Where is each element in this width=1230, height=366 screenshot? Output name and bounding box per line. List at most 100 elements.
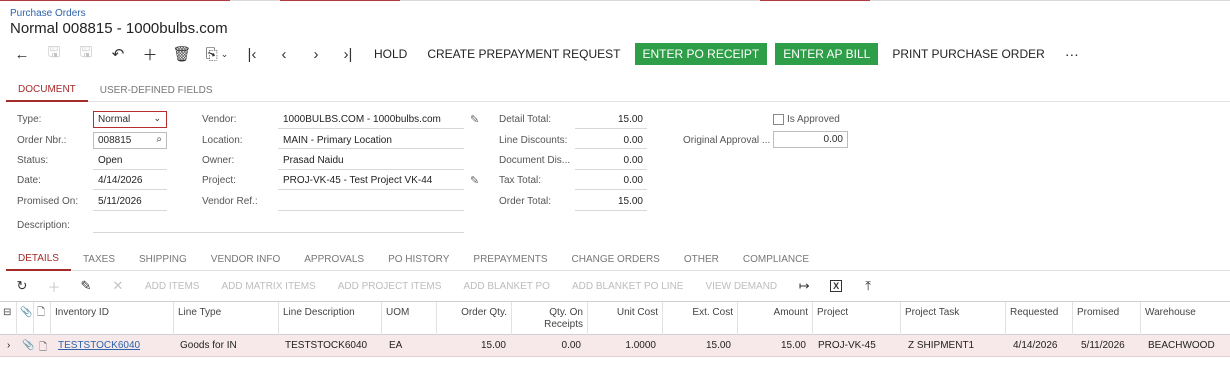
promised-underline: [93, 210, 167, 211]
tab-document[interactable]: DOCUMENT: [6, 78, 88, 102]
row-selector-icon[interactable]: ⊟: [0, 302, 17, 335]
enter-po-receipt-button[interactable]: ENTER PO RECEIPT: [634, 43, 768, 65]
tab-po-history[interactable]: PO HISTORY: [376, 247, 461, 271]
fit-columns-icon[interactable]: ↦: [788, 276, 820, 296]
save-close-icon[interactable]: 🖫: [70, 43, 102, 65]
type-select[interactable]: Normal ⌄: [93, 111, 167, 128]
table-row[interactable]: › 📎 🗋 TESTSTOCK6040 Goods for IN TESTSTO…: [0, 335, 1230, 357]
col-qty-on-receipts[interactable]: Qty. On Receipts: [512, 302, 588, 335]
cell-amount: 15.00: [780, 340, 806, 351]
project-value[interactable]: PROJ-VK-45 - Test Project VK-44: [283, 175, 432, 186]
owner-value[interactable]: Prasad Naidu: [283, 155, 344, 166]
order-nbr-label: Order Nbr.:: [17, 135, 67, 146]
delete-row-icon[interactable]: ✕: [102, 276, 134, 296]
view-demand-button[interactable]: VIEW DEMAND: [694, 276, 788, 296]
location-value[interactable]: MAIN - Primary Location: [283, 135, 392, 146]
add-blanket-po-line-button[interactable]: ADD BLANKET PO LINE: [561, 276, 695, 296]
date-underline: [93, 189, 167, 190]
add-project-items-button[interactable]: ADD PROJECT ITEMS: [327, 276, 453, 296]
edit-icon[interactable]: ✎: [70, 276, 102, 296]
tab-change-orders[interactable]: CHANGE ORDERS: [560, 247, 672, 271]
tab-user-defined-fields[interactable]: USER-DEFINED FIELDS: [88, 78, 225, 102]
first-record-icon[interactable]: |‹: [236, 43, 268, 65]
save-icon[interactable]: 🖫: [38, 43, 70, 65]
add-row-icon[interactable]: ＋: [38, 276, 70, 296]
undo-icon[interactable]: ↶: [102, 43, 134, 65]
col-ext-cost[interactable]: Ext. Cost: [663, 302, 738, 335]
previous-record-icon[interactable]: ‹: [268, 43, 300, 65]
refresh-icon[interactable]: ↻: [6, 276, 38, 296]
note-icon[interactable]: 🗋: [35, 335, 51, 357]
order-total-label: Order Total:: [499, 196, 552, 207]
add-blanket-po-button[interactable]: ADD BLANKET PO: [452, 276, 561, 296]
description-field[interactable]: [93, 232, 464, 233]
breadcrumb[interactable]: Purchase Orders: [10, 8, 86, 19]
col-promised[interactable]: Promised: [1073, 302, 1141, 335]
tax-total-label: Tax Total:: [499, 175, 542, 186]
add-items-button[interactable]: ADD ITEMS: [134, 276, 210, 296]
col-project[interactable]: Project: [813, 302, 901, 335]
status-underline: [93, 169, 167, 170]
back-arrow-icon[interactable]: ←: [6, 43, 38, 65]
tab-taxes[interactable]: TAXES: [71, 247, 127, 271]
cell-uom: EA: [389, 340, 403, 351]
next-record-icon[interactable]: ›: [300, 43, 332, 65]
is-approved-checkbox[interactable]: [773, 114, 784, 125]
line-discounts-label: Line Discounts:: [499, 135, 568, 146]
tab-shipping[interactable]: SHIPPING: [127, 247, 199, 271]
type-label: Type:: [17, 114, 42, 125]
order-nbr-field[interactable]: 008815 ⌕: [93, 132, 167, 149]
edit-pencil-icon[interactable]: ✎: [470, 113, 479, 126]
col-amount[interactable]: Amount: [738, 302, 813, 335]
col-project-task[interactable]: Project Task: [901, 302, 1006, 335]
upload-icon[interactable]: ⤒: [852, 276, 884, 296]
col-uom[interactable]: UOM: [382, 302, 437, 335]
cell-requested: 4/14/2026: [1013, 340, 1058, 351]
cell-project: PROJ-VK-45: [818, 340, 876, 351]
type-value: Normal: [98, 114, 131, 125]
note-icon: 🗋: [34, 302, 51, 335]
tab-vendor-info[interactable]: VENDOR INFO: [199, 247, 292, 271]
col-inventory-id[interactable]: Inventory ID: [51, 302, 174, 335]
promised-on-value[interactable]: 5/11/2026: [98, 196, 142, 207]
date-value[interactable]: 4/14/2026: [98, 175, 143, 186]
order-nbr-value: 008815: [98, 135, 132, 146]
add-icon[interactable]: ＋: [134, 43, 166, 65]
col-line-description[interactable]: Line Description: [279, 302, 382, 335]
tab-details[interactable]: DETAILS: [6, 247, 71, 271]
tab-approvals[interactable]: APPROVALS: [292, 247, 376, 271]
col-order-qty[interactable]: Order Qty.: [437, 302, 512, 335]
order-total-value: 15.00: [617, 196, 643, 207]
expand-chevron-icon[interactable]: ›: [3, 335, 17, 357]
line-discounts-value: 0.00: [623, 135, 643, 146]
location-underline: [278, 148, 464, 149]
print-po-button[interactable]: PRINT PURCHASE ORDER: [882, 43, 1054, 65]
grid-toolbar: ↻ ＋ ✎ ✕ ADD ITEMS ADD MATRIX ITEMS ADD P…: [6, 276, 884, 296]
tab-prepayments[interactable]: PREPAYMENTS: [461, 247, 559, 271]
col-requested[interactable]: Requested: [1006, 302, 1073, 335]
detail-total-underline: [575, 128, 647, 129]
copy-paste-icon[interactable]: ⎘ ⌄: [198, 43, 236, 65]
col-unit-cost[interactable]: Unit Cost: [588, 302, 663, 335]
more-icon[interactable]: ···: [1055, 43, 1089, 65]
add-matrix-items-button[interactable]: ADD MATRIX ITEMS: [210, 276, 326, 296]
vendor-value[interactable]: 1000BULBS.COM - 1000bulbs.com: [283, 114, 441, 125]
original-approval-label: Original Approval ...: [683, 135, 771, 146]
last-record-icon[interactable]: ›|: [332, 43, 364, 65]
vendor-ref-field[interactable]: [278, 210, 464, 211]
inventory-id-link[interactable]: TESTSTOCK6040: [58, 340, 140, 351]
tab-compliance[interactable]: COMPLIANCE: [731, 247, 821, 271]
col-line-type[interactable]: Line Type: [174, 302, 279, 335]
create-prepayment-button[interactable]: CREATE PREPAYMENT REQUEST: [417, 43, 630, 65]
hold-button[interactable]: HOLD: [364, 43, 417, 65]
search-icon[interactable]: ⌕: [156, 134, 162, 145]
attachment-icon[interactable]: 📎: [18, 335, 34, 357]
edit-pencil-icon[interactable]: ✎: [470, 174, 479, 187]
original-approval-field[interactable]: 0.00: [773, 131, 848, 148]
enter-ap-bill-button[interactable]: ENTER AP BILL: [775, 43, 879, 65]
col-warehouse[interactable]: Warehouse: [1141, 302, 1230, 335]
tab-other[interactable]: OTHER: [672, 247, 731, 271]
delete-icon[interactable]: 🗑: [166, 43, 198, 65]
export-excel-icon[interactable]: X: [820, 276, 852, 296]
detail-tabs: DETAILS TAXES SHIPPING VENDOR INFO APPRO…: [6, 247, 1230, 271]
